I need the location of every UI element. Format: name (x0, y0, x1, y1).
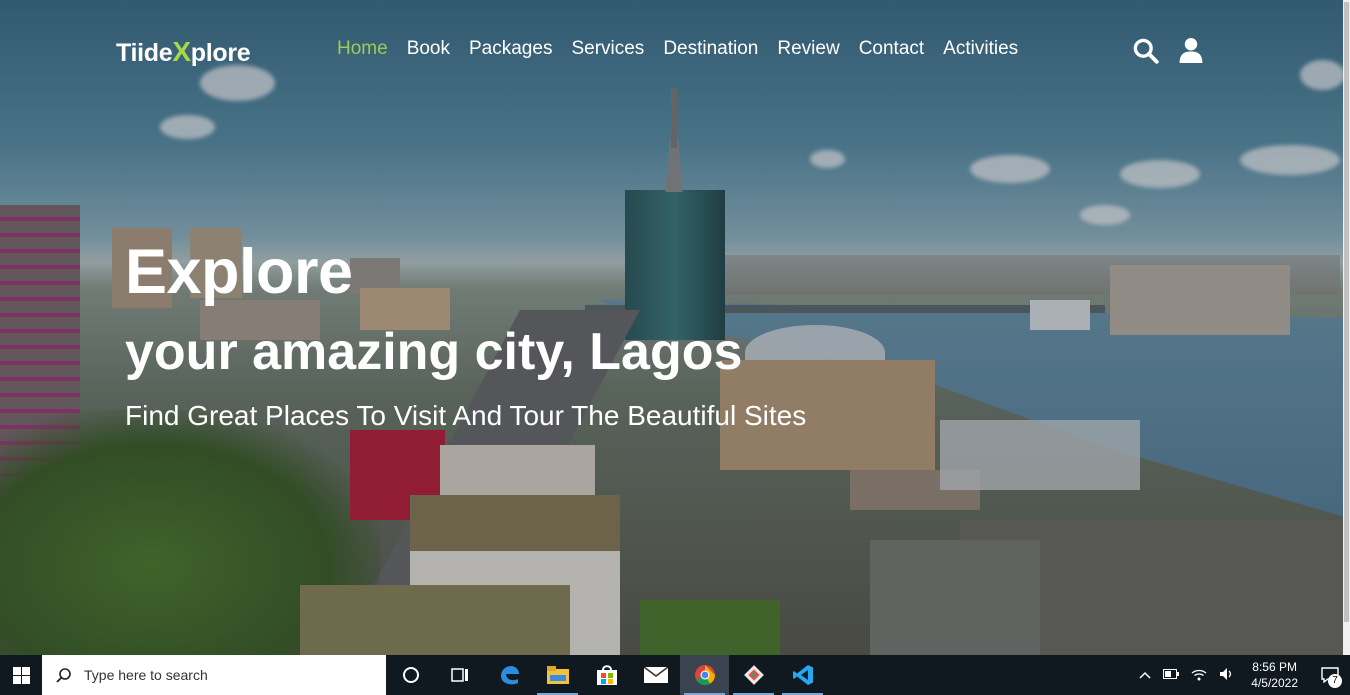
windows-icon (12, 666, 30, 684)
hero-subheading: your amazing city, Lagos (125, 323, 743, 381)
battery-icon[interactable] (1163, 668, 1180, 682)
nav-services[interactable]: Services (571, 38, 644, 60)
nav-activities[interactable]: Activities (943, 38, 1018, 60)
chrome-icon[interactable] (680, 655, 729, 695)
nav-contact[interactable]: Contact (859, 38, 924, 60)
windows-taskbar: Type here to search 8:56 PM 4/5/2022 7 (0, 655, 1350, 695)
user-icon[interactable] (1178, 37, 1205, 64)
site-header: TiideXplore Home Book Packages Services … (0, 0, 1343, 100)
git-icon[interactable] (729, 655, 778, 695)
site-logo[interactable]: TiideXplore (116, 36, 251, 68)
file-explorer-icon[interactable] (533, 655, 582, 695)
notification-badge: 7 (1328, 674, 1342, 688)
search-icon (56, 668, 71, 683)
nav-book[interactable]: Book (407, 38, 450, 60)
hero-heading: Explore (125, 237, 353, 307)
wifi-icon[interactable] (1191, 667, 1207, 684)
main-nav: Home Book Packages Services Destination … (337, 38, 1037, 60)
task-view-icon[interactable] (435, 655, 484, 695)
mail-icon[interactable] (631, 655, 680, 695)
cortana-icon[interactable] (386, 655, 435, 695)
taskbar-search-box[interactable]: Type here to search (42, 655, 386, 695)
nav-packages[interactable]: Packages (469, 38, 552, 60)
nav-review[interactable]: Review (777, 38, 839, 60)
nav-destination[interactable]: Destination (663, 38, 758, 60)
store-icon[interactable] (582, 655, 631, 695)
vscode-icon[interactable] (778, 655, 827, 695)
chevron-up-icon[interactable] (1139, 668, 1151, 682)
system-tray: 8:56 PM 4/5/2022 7 (1133, 655, 1350, 695)
page-scrollbar[interactable] (1343, 0, 1350, 655)
scrollbar-thumb[interactable] (1344, 2, 1349, 622)
start-button[interactable] (0, 655, 42, 695)
nav-home[interactable]: Home (337, 38, 388, 60)
search-icon[interactable] (1132, 37, 1159, 64)
taskbar-clock[interactable]: 8:56 PM 4/5/2022 (1251, 659, 1298, 691)
clock-time: 8:56 PM (1252, 660, 1297, 674)
hero-tagline: Find Great Places To Visit And Tour The … (125, 400, 807, 431)
notification-center-icon[interactable]: 7 (1310, 655, 1350, 695)
taskbar-search-placeholder: Type here to search (84, 667, 208, 683)
edge-icon[interactable] (484, 655, 533, 695)
volume-icon[interactable] (1219, 667, 1235, 684)
clock-date: 4/5/2022 (1251, 676, 1298, 690)
